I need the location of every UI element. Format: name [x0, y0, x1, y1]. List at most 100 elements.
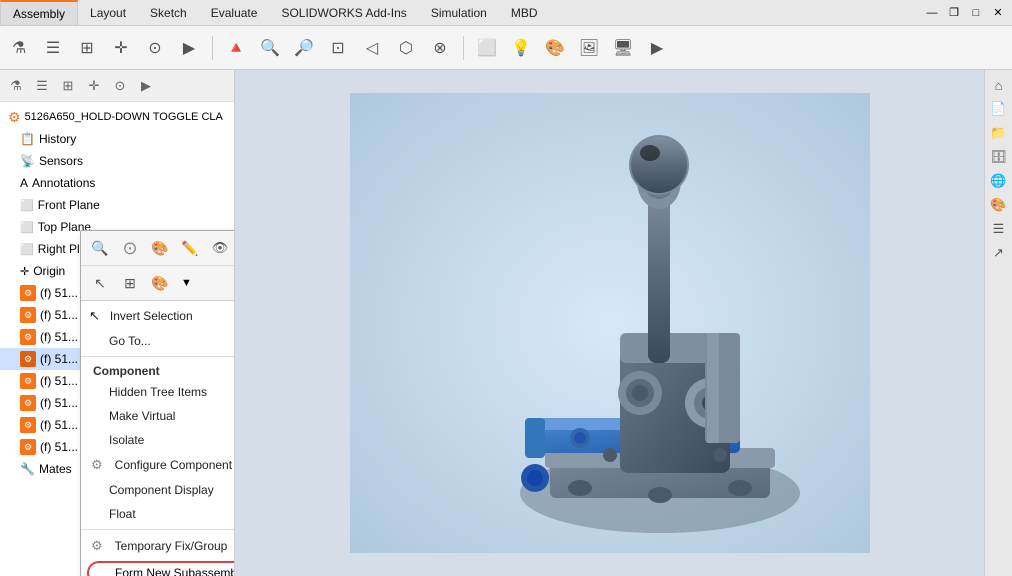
- window-controls: — ❐ □ ✕: [922, 4, 1012, 22]
- comp-3-label: (f) 51...: [40, 330, 78, 344]
- ctx-go-to[interactable]: Go To...: [81, 329, 235, 353]
- front-plane-icon: ⬜: [20, 199, 34, 212]
- color-dropdown[interactable]: ▼: [181, 277, 192, 289]
- model-area: [235, 70, 984, 576]
- monitor-button[interactable]: 🖥: [608, 33, 638, 63]
- display-style[interactable]: ⬜: [472, 33, 502, 63]
- component-display-label: Component Display: [109, 483, 214, 497]
- close-button[interactable]: ✕: [988, 4, 1008, 22]
- ctx-component-display[interactable]: Component Display ▶: [81, 478, 235, 502]
- rp-arrow-btn[interactable]: ↗: [988, 242, 1010, 264]
- ctx-configure-component[interactable]: ⚙ Configure Component: [81, 452, 235, 478]
- rp-doc-btn[interactable]: 📄: [988, 98, 1010, 120]
- lighting-button[interactable]: 💡: [506, 33, 536, 63]
- toolbar-divider-1: [212, 36, 213, 60]
- tree-more[interactable]: ▶: [134, 74, 158, 98]
- filter-tree-button[interactable]: ⚗: [4, 74, 28, 98]
- annotations-icon: A: [20, 176, 28, 190]
- form-subassembly-highlight[interactable]: Form New Subassembly: [87, 561, 235, 576]
- scene-button[interactable]: 🖼: [574, 33, 604, 63]
- comp-5-label: (f) 51...: [40, 374, 78, 388]
- origin-label: Origin: [33, 264, 65, 278]
- prev-view[interactable]: ◁: [357, 33, 387, 63]
- ctx-eye-btn[interactable]: 👁: [207, 235, 233, 261]
- hidden-tree-label: Hidden Tree Items: [109, 385, 207, 399]
- ctx-invert-selection[interactable]: ↖ Invert Selection: [81, 303, 235, 329]
- context-toolbar-1: 🔍 ⊙ 🎨 ✏️ 👁 📷 ⊞ 🎨: [81, 231, 235, 266]
- tree-item-sensors[interactable]: 📡 Sensors: [0, 150, 234, 172]
- temp-fix-icon: ⚙: [91, 538, 103, 554]
- ctx-color3-btn[interactable]: 🎨: [147, 270, 173, 296]
- zoom-to-fit[interactable]: 🔍: [255, 33, 285, 63]
- rp-folder-btn[interactable]: 📁: [988, 122, 1010, 144]
- minimize-button[interactable]: —: [922, 4, 942, 22]
- ctx-sep-1: [81, 356, 235, 357]
- comp-icon-1: ⚙: [20, 285, 36, 301]
- more-button[interactable]: ▶: [174, 33, 204, 63]
- toolbar-divider-2: [463, 36, 464, 60]
- 3d-view-button[interactable]: ⬡: [391, 33, 421, 63]
- ctx-isolate[interactable]: Isolate: [81, 428, 235, 452]
- ctx-float[interactable]: Float: [81, 502, 235, 526]
- context-menu: 🔍 ⊙ 🎨 ✏️ 👁 📷 ⊞ 🎨 ↖ ⊞ 🎨 ▼: [80, 230, 235, 576]
- menu-bar: Assembly Layout Sketch Evaluate SOLIDWOR…: [0, 0, 1012, 26]
- rp-db-btn[interactable]: 🗄: [988, 146, 1010, 168]
- history-icon: 📋: [20, 132, 35, 146]
- rp-lines-btn[interactable]: ☰: [988, 218, 1010, 240]
- tab-simulation[interactable]: Simulation: [419, 0, 499, 25]
- ctx-form-subassembly[interactable]: Form New Subassembly: [81, 561, 235, 576]
- zoom-sheet[interactable]: ⊡: [323, 33, 353, 63]
- rp-globe-btn[interactable]: 🌐: [988, 170, 1010, 192]
- tree-item-front-plane[interactable]: ⬜ Front Plane: [0, 194, 234, 216]
- tree-root[interactable]: ⚙ 5126A650_HOLD-DOWN TOGGLE CLA: [0, 106, 234, 128]
- ctx-pencil-btn[interactable]: ✏️: [177, 235, 203, 261]
- viewport[interactable]: [235, 70, 984, 576]
- ctx-temporary-fix[interactable]: ⚙ Temporary Fix/Group: [81, 533, 235, 559]
- ctx-circle-btn[interactable]: ⊙: [117, 235, 143, 261]
- tab-sketch[interactable]: Sketch: [138, 0, 199, 25]
- sensors-label: Sensors: [39, 154, 83, 168]
- view-orient-button[interactable]: 🔺: [221, 33, 251, 63]
- tree-item-annotations[interactable]: A Annotations: [0, 172, 234, 194]
- maximize-button[interactable]: □: [966, 4, 986, 22]
- model-svg: [350, 93, 870, 553]
- tab-mbd[interactable]: MBD: [499, 0, 550, 25]
- zoom-area[interactable]: 🔎: [289, 33, 319, 63]
- main-area: ⚗ ☰ ⊞ ✛ ⊙ ▶ ⚙ 5126A650_HOLD-DOWN TOGGLE …: [0, 70, 1012, 576]
- rp-home-btn[interactable]: ⌂: [988, 74, 1010, 96]
- invert-icon: ↖: [89, 308, 100, 324]
- ctx-hidden-tree[interactable]: Hidden Tree Items ▶: [81, 380, 235, 404]
- comp-icon-4: ⚙: [20, 351, 36, 367]
- color-button[interactable]: 🎨: [540, 33, 570, 63]
- display-button[interactable]: ⊙: [140, 33, 170, 63]
- tree-view1[interactable]: ☰: [30, 74, 54, 98]
- rp-palette-btn[interactable]: 🎨: [988, 194, 1010, 216]
- ctx-paint-btn[interactable]: 🎨: [147, 235, 173, 261]
- ctx-search-btn[interactable]: 🔍: [87, 235, 113, 261]
- component-button[interactable]: ⊞: [72, 33, 102, 63]
- list-view-button[interactable]: ☰: [38, 33, 68, 63]
- tree-view2[interactable]: ⊞: [56, 74, 80, 98]
- comp-icon-7: ⚙: [20, 417, 36, 433]
- ctx-cursor-btn[interactable]: ↖: [87, 270, 113, 296]
- right-panel: ⌂ 📄 📁 🗄 🌐 🎨 ☰ ↗: [984, 70, 1012, 576]
- ctx-box2-btn[interactable]: ⊞: [117, 270, 143, 296]
- tab-evaluate[interactable]: Evaluate: [199, 0, 270, 25]
- filter-button[interactable]: ⚗: [4, 33, 34, 63]
- tab-assembly[interactable]: Assembly: [0, 0, 78, 25]
- more-view[interactable]: ▶: [642, 33, 672, 63]
- crosshair-button[interactable]: ✛: [106, 33, 136, 63]
- tree-display[interactable]: ⊙: [108, 74, 132, 98]
- invert-label: Invert Selection: [110, 309, 193, 323]
- restore-button[interactable]: ❐: [944, 4, 964, 22]
- ctx-make-virtual[interactable]: Make Virtual: [81, 404, 235, 428]
- comp-7-label: (f) 51...: [40, 418, 78, 432]
- tab-solidworks-addins[interactable]: SOLIDWORKS Add-Ins: [269, 0, 418, 25]
- tree-item-history[interactable]: 📋 History: [0, 128, 234, 150]
- temp-fix-label: Temporary Fix/Group: [115, 539, 228, 553]
- section-view[interactable]: ⊗: [425, 33, 455, 63]
- main-toolbar: ⚗ ☰ ⊞ ✛ ⊙ ▶ 🔺 🔍 🔎 ⊡ ◁ ⬡ ⊗ ⬜ 💡 🎨 🖼 🖥 ▶: [0, 26, 1012, 70]
- tab-layout[interactable]: Layout: [78, 0, 138, 25]
- tree-view3[interactable]: ✛: [82, 74, 106, 98]
- comp-icon-8: ⚙: [20, 439, 36, 455]
